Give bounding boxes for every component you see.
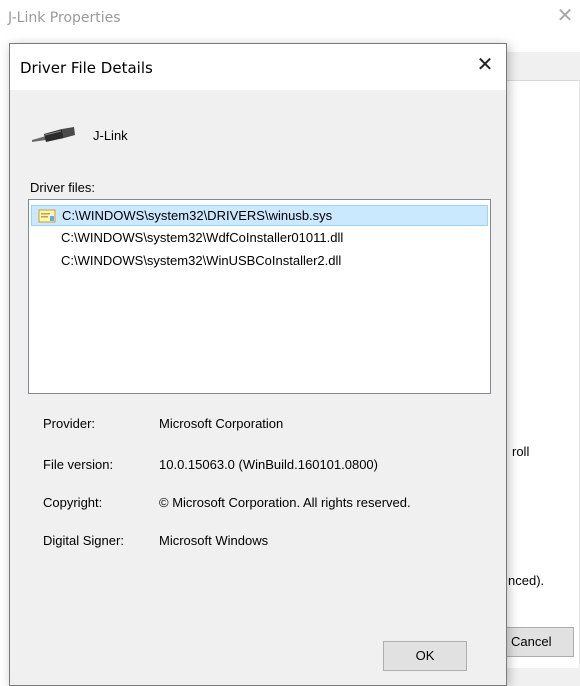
ok-button[interactable]: OK — [383, 641, 467, 671]
parent-footer — [505, 668, 580, 686]
driver-files-label: Driver files: — [30, 180, 96, 195]
driver-files-list[interactable]: C:\WINDOWS\system32\DRIVERS\winusb.sys C… — [28, 199, 491, 394]
list-item[interactable]: C:\WINDOWS\system32\WdfCoInstaller01011.… — [31, 227, 488, 248]
file-path: C:\WINDOWS\system32\WdfCoInstaller01011.… — [61, 230, 344, 245]
file-version-label: File version: — [43, 457, 114, 472]
digital-signer-value: Microsoft Windows — [159, 533, 269, 548]
copyright-value: © Microsoft Corporation. All rights rese… — [159, 495, 411, 510]
dialog-title: Driver File Details — [20, 59, 153, 77]
parent-window-title: J-Link Properties — [8, 10, 121, 26]
provider-value: Microsoft Corporation — [159, 416, 284, 431]
driver-file-icon — [38, 209, 56, 223]
parent-text-fragment: roll — [512, 444, 530, 459]
copyright-label: Copyright: — [43, 495, 103, 510]
driver-file-details-dialog: Driver File Details ✕ J-Link Driver file… — [9, 43, 507, 686]
provider-label: Provider: — [43, 416, 96, 431]
cancel-button[interactable]: Cancel — [504, 627, 574, 657]
list-item[interactable]: C:\WINDOWS\system32\DRIVERS\winusb.sys — [31, 205, 488, 226]
usb-plug-icon — [32, 127, 75, 142]
list-item[interactable]: C:\WINDOWS\system32\WinUSBCoInstaller2.d… — [31, 250, 488, 271]
parent-text-fragment: nced). — [508, 573, 545, 588]
dialog-titlebar: Driver File Details ✕ — [10, 44, 506, 90]
file-path: C:\WINDOWS\system32\DRIVERS\winusb.sys — [62, 208, 333, 223]
close-icon[interactable]: ✕ — [470, 52, 500, 78]
file-version-value: 10.0.15063.0 (WinBuild.160101.0800) — [159, 457, 378, 472]
device-name: J-Link — [93, 128, 128, 143]
file-path: C:\WINDOWS\system32\WinUSBCoInstaller2.d… — [61, 253, 342, 268]
close-icon[interactable]: ✕ — [555, 6, 575, 26]
digital-signer-label: Digital Signer: — [43, 533, 124, 548]
parent-tab-strip — [505, 52, 580, 81]
